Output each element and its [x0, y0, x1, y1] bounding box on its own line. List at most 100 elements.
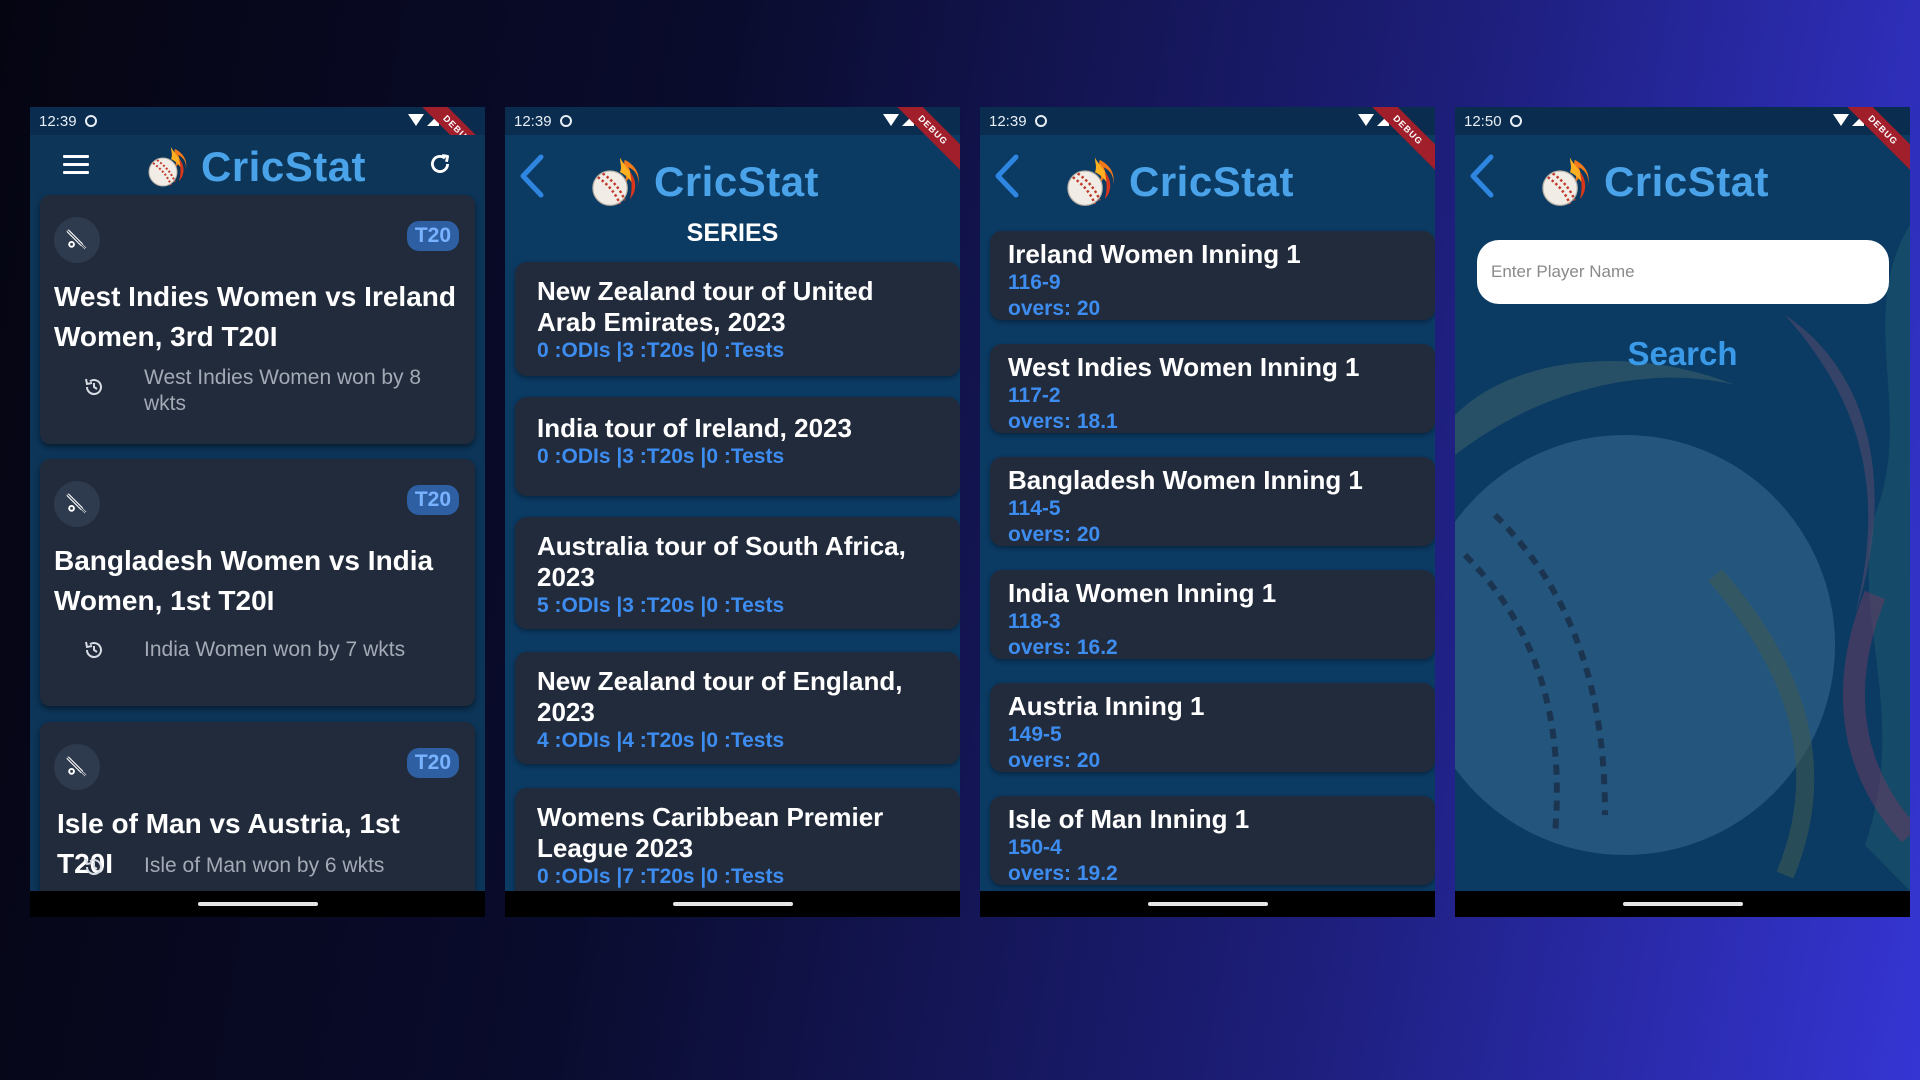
innings-overs: overs: 20: [1008, 749, 1101, 772]
system-nav-bar: [1455, 891, 1910, 917]
status-bar: 12:39: [505, 107, 960, 135]
back-arrow-icon[interactable]: [988, 151, 1028, 201]
innings-team: Isle of Man Inning 1: [1008, 804, 1250, 834]
innings-overs: overs: 20: [1008, 523, 1101, 546]
status-time: 12:39: [514, 112, 552, 130]
wifi-icon: [1833, 114, 1849, 126]
app-title: CricStat: [654, 158, 820, 205]
series-match-counts: 0 :ODIs |3 :T20s |0 :Tests: [537, 445, 785, 468]
cricket-ball-logo: [588, 155, 642, 209]
status-bar: 12:39: [980, 107, 1435, 135]
app-bar: CricStat: [1455, 135, 1910, 195]
innings-score: 149-5: [1008, 723, 1062, 746]
sync-icon: [1509, 115, 1522, 127]
home-gesture-pill[interactable]: [1622, 902, 1743, 906]
cricket-bat-icon: [54, 481, 100, 527]
menu-icon[interactable]: [63, 155, 89, 179]
innings-card[interactable]: Isle of Man Inning 1 150-4 overs: 19.2: [990, 796, 1435, 885]
innings-score: 114-5: [1008, 497, 1061, 520]
cricket-ball-logo: [1063, 155, 1117, 209]
system-nav-bar: [30, 891, 485, 917]
sync-icon: [84, 115, 97, 127]
series-name: New Zealand tour of United Arab Emirates…: [537, 276, 874, 337]
innings-card[interactable]: India Women Inning 1 118-3 overs: 16.2: [990, 570, 1435, 659]
app-logo: CricStat: [588, 155, 819, 209]
match-card[interactable]: T20 Isle of Man vs Austria, 1st T20I Isl…: [40, 722, 475, 917]
innings-team: Bangladesh Women Inning 1: [1008, 465, 1363, 495]
app-logo: CricStat: [145, 143, 366, 191]
wifi-icon: [408, 114, 424, 126]
phone-matches-screen: 12:39 DEBUG CricStat T20 West Indies Wom…: [30, 107, 485, 917]
series-match-counts: 4 :ODIs |4 :T20s |0 :Tests: [537, 729, 785, 752]
series-card[interactable]: Australia tour of South Africa, 2023 5 :…: [515, 517, 960, 629]
match-title: West Indies Women vs Ireland Women, 3rd …: [54, 281, 456, 352]
home-gesture-pill[interactable]: [197, 902, 318, 906]
innings-score: 117-2: [1008, 384, 1061, 407]
cricket-bat-icon: [54, 744, 100, 790]
innings-score: 116-9: [1008, 271, 1061, 294]
series-card[interactable]: New Zealand tour of England, 2023 4 :ODI…: [515, 652, 960, 764]
innings-card[interactable]: West Indies Women Inning 1 117-2 overs: …: [990, 344, 1435, 433]
app-logo: CricStat: [1063, 155, 1294, 209]
wifi-icon: [1358, 114, 1374, 126]
app-title: CricStat: [1604, 158, 1770, 205]
system-nav-bar: [505, 891, 960, 917]
app-logo: CricStat: [1538, 155, 1769, 209]
innings-team: West Indies Women Inning 1: [1008, 352, 1360, 382]
match-card[interactable]: T20 West Indies Women vs Ireland Women, …: [40, 195, 475, 444]
search-button[interactable]: Search: [1455, 335, 1910, 373]
match-result: Isle of Man won by 6 wkts: [144, 854, 385, 877]
app-title: CricStat: [201, 143, 367, 190]
match-title: Bangladesh Women vs India Women, 1st T20…: [54, 545, 434, 616]
series-card[interactable]: New Zealand tour of United Arab Emirates…: [515, 262, 960, 376]
series-card[interactable]: India tour of Ireland, 2023 0 :ODIs |3 :…: [515, 397, 960, 496]
home-gesture-pill[interactable]: [1147, 902, 1268, 906]
series-card[interactable]: Womens Caribbean Premier League 2023 0 :…: [515, 788, 960, 900]
innings-score: 150-4: [1008, 836, 1062, 859]
cricket-ball-logo: [145, 145, 189, 189]
back-arrow-icon[interactable]: [1463, 151, 1503, 201]
innings-card[interactable]: Bangladesh Women Inning 1 114-5 overs: 2…: [990, 457, 1435, 546]
innings-overs: overs: 18.1: [1008, 410, 1118, 433]
cricket-ball-logo: [1538, 155, 1592, 209]
back-arrow-icon[interactable]: [513, 151, 553, 201]
refresh-icon[interactable]: [427, 151, 453, 177]
series-name: Australia tour of South Africa, 2023: [537, 531, 906, 592]
innings-card[interactable]: Austria Inning 1 149-5 overs: 20: [990, 683, 1435, 772]
app-bar: CricStat: [30, 135, 485, 195]
history-icon: [82, 855, 106, 879]
home-gesture-pill[interactable]: [672, 902, 793, 906]
format-badge: T20: [406, 221, 459, 251]
innings-overs: overs: 19.2: [1008, 862, 1118, 885]
series-match-counts: 0 :ODIs |7 :T20s |0 :Tests: [537, 865, 785, 888]
series-name: New Zealand tour of England, 2023: [537, 666, 903, 727]
sync-icon: [1034, 115, 1047, 127]
innings-overs: overs: 16.2: [1008, 636, 1118, 659]
series-match-counts: 5 :ODIs |3 :T20s |0 :Tests: [537, 594, 785, 617]
status-time: 12:39: [39, 112, 77, 130]
innings-team: India Women Inning 1: [1008, 578, 1277, 608]
status-bar: 12:50: [1455, 107, 1910, 135]
series-name: Womens Caribbean Premier League 2023: [537, 802, 884, 863]
innings-card[interactable]: Ireland Women Inning 1 116-9 overs: 20: [990, 231, 1435, 320]
status-bar: 12:39: [30, 107, 485, 135]
player-name-input[interactable]: [1477, 240, 1889, 304]
series-heading: SERIES: [686, 219, 779, 247]
status-time: 12:39: [989, 112, 1027, 130]
history-icon: [82, 638, 106, 662]
cricket-bat-icon: [54, 217, 100, 263]
innings-team: Austria Inning 1: [1008, 691, 1205, 721]
phone-series-screen: 12:39 DEBUG CricStat SERIES New Zealand …: [505, 107, 960, 917]
format-badge: T20: [406, 485, 459, 515]
format-badge: T20: [406, 748, 459, 778]
series-name: India tour of Ireland, 2023: [537, 413, 852, 443]
status-time: 12:50: [1464, 112, 1502, 130]
sync-icon: [559, 115, 572, 127]
wifi-icon: [883, 114, 899, 126]
system-nav-bar: [980, 891, 1435, 917]
match-card[interactable]: T20 Bangladesh Women vs India Women, 1st…: [40, 459, 475, 706]
match-result: India Women won by 7 wkts: [144, 638, 406, 661]
phone-player-search-screen: 12:50 DEBUG CricStat Search: [1455, 107, 1910, 917]
app-bar: CricStat: [980, 135, 1435, 195]
app-title: CricStat: [1129, 158, 1295, 205]
